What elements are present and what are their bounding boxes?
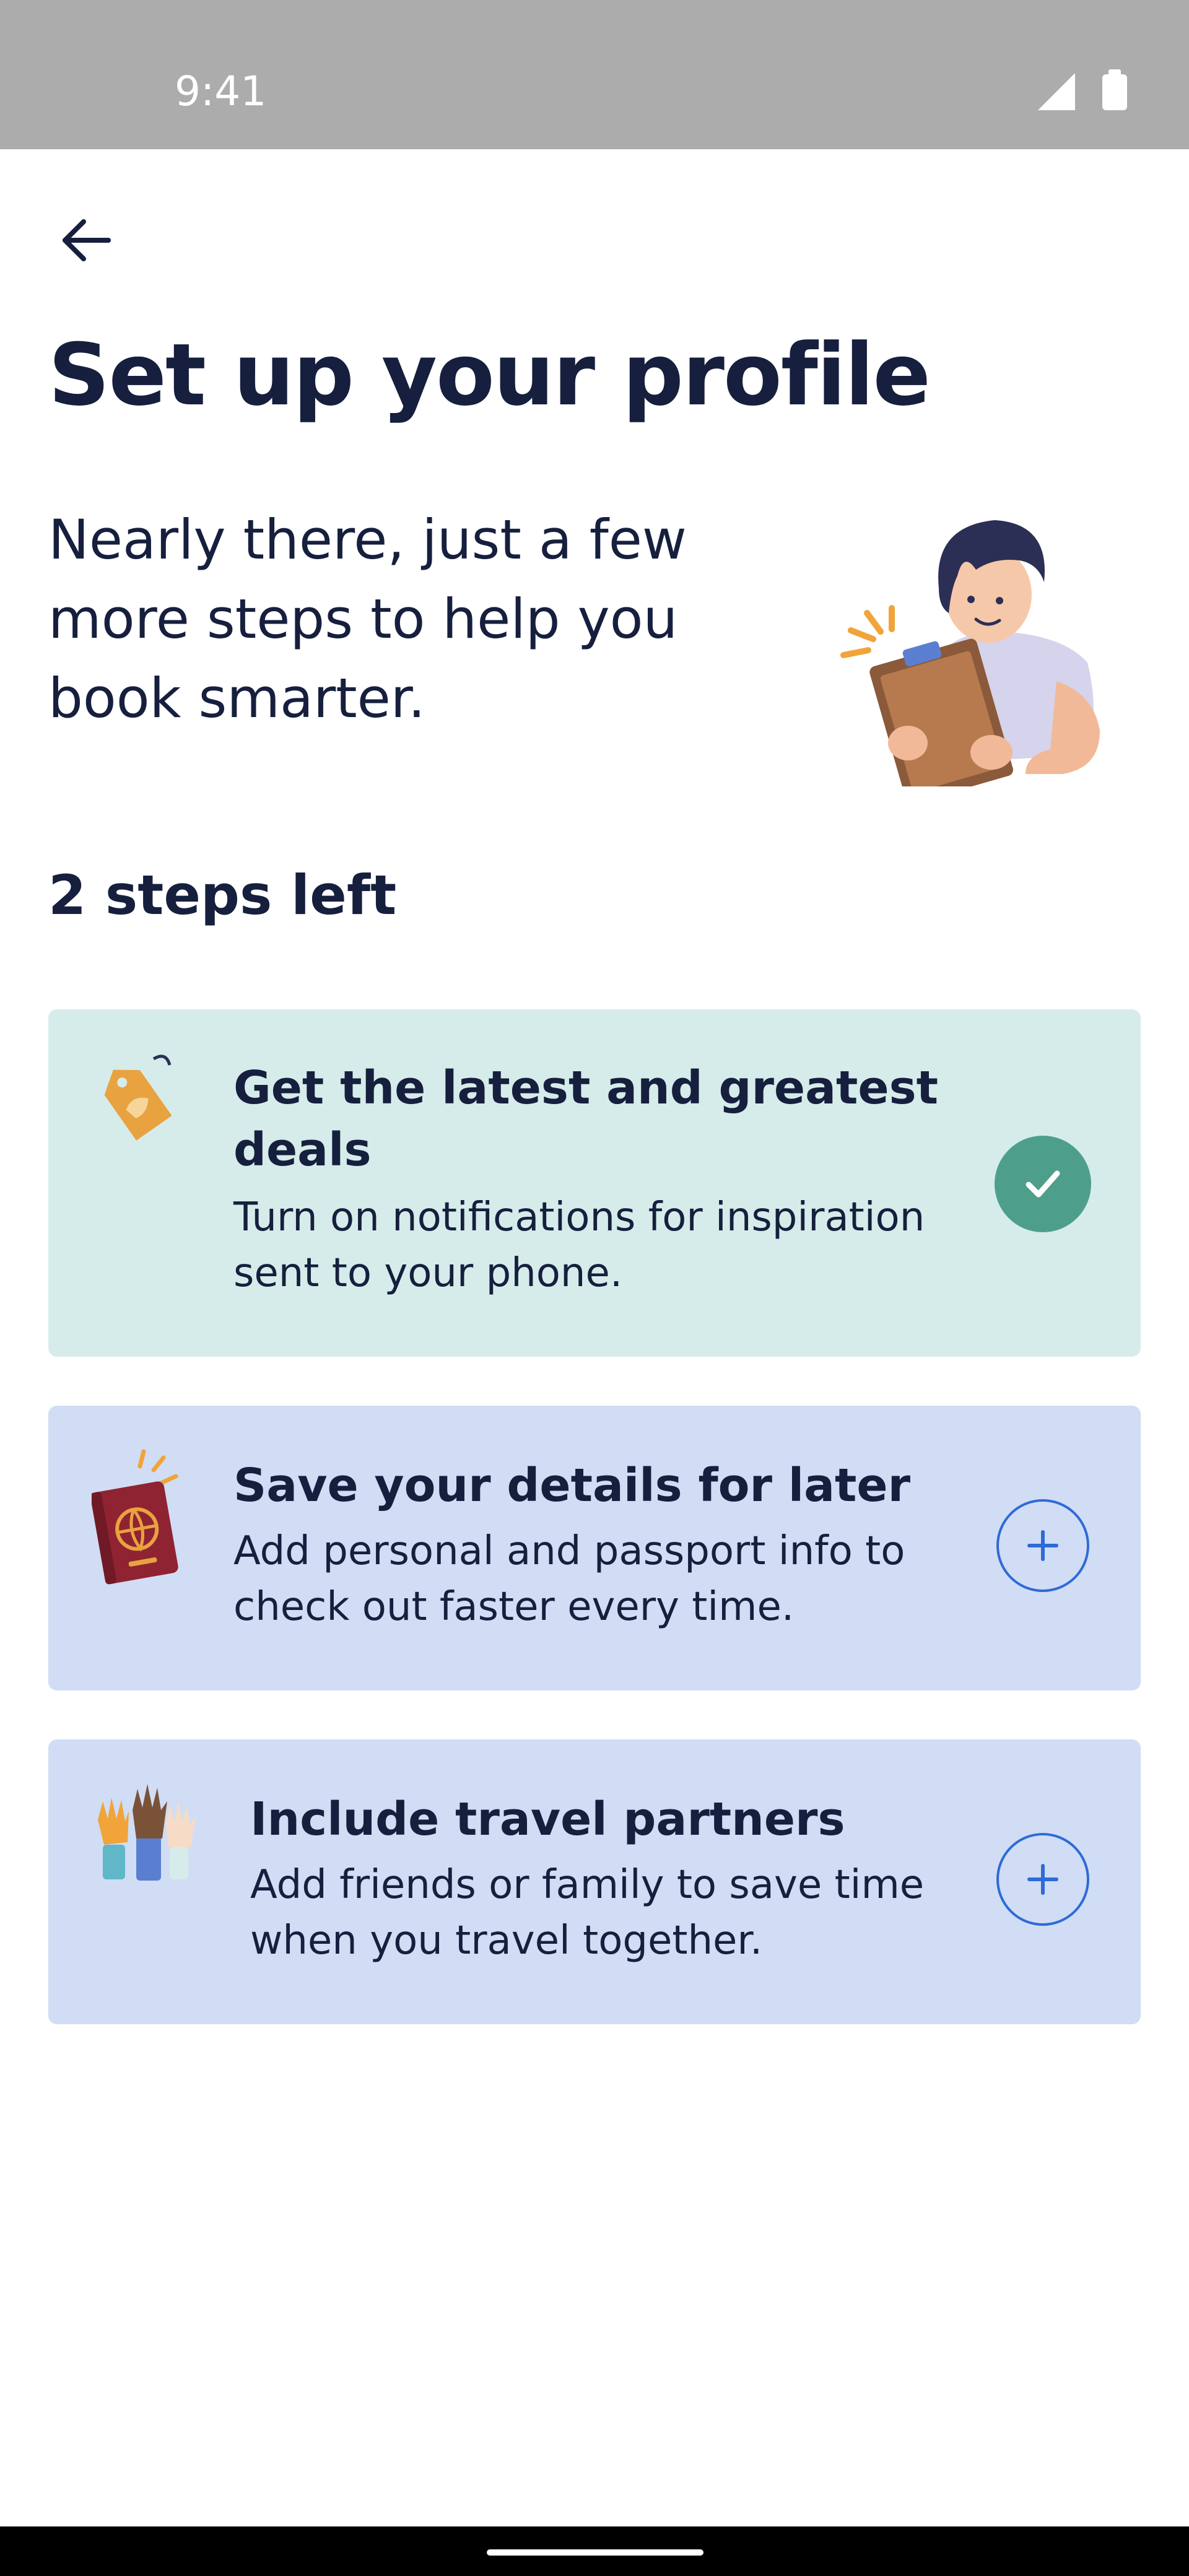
step-title-line: Get the latest and greatest: [233, 1061, 939, 1115]
step-title-line: Include travel partners: [250, 1793, 845, 1846]
plus-icon: [1027, 1864, 1058, 1895]
step-description-line: Turn on notifications for inspiration: [233, 1194, 925, 1240]
page-subtitle: Nearly there, just a few more steps to h…: [48, 508, 687, 730]
arrow-left-icon: [63, 219, 111, 261]
status-icons: [1038, 69, 1138, 110]
step-description-line: when you travel together.: [250, 1918, 763, 1964]
signal-icon: [1038, 73, 1075, 110]
add-travel-partners-button[interactable]: [996, 1833, 1089, 1926]
step-card-travel-partners[interactable]: Include travel partners Add friends or f…: [48, 1739, 1141, 2024]
step-title-line: Save your details for later: [233, 1459, 911, 1512]
step-card-save-details[interactable]: Save your details for later Add personal…: [48, 1406, 1141, 1690]
passport-icon: [90, 1449, 185, 1585]
step-description-line: sent to your phone.: [233, 1250, 623, 1296]
completed-badge: [995, 1136, 1091, 1232]
plus-icon: [1027, 1530, 1058, 1561]
status-bar: 9:41: [0, 0, 1189, 149]
add-details-button[interactable]: [996, 1499, 1089, 1592]
step-title-line: deals: [233, 1123, 372, 1177]
person-with-clipboard-illustration: [840, 508, 1118, 804]
step-description-line: Add friends or family to save time: [250, 1862, 925, 1908]
home-indicator[interactable]: [487, 2549, 703, 2556]
price-tag-icon: [92, 1053, 185, 1146]
step-description-line: Add personal and passport info to: [233, 1528, 905, 1574]
battery-icon: [1102, 69, 1127, 110]
step-card-deals[interactable]: Get the latest and greatest deals Turn o…: [48, 1009, 1141, 1357]
back-button[interactable]: [45, 199, 126, 281]
page-title: Set up your profile: [48, 325, 931, 425]
check-icon: [1026, 1170, 1060, 1198]
steps-left-label: 2 steps left: [48, 863, 397, 927]
raised-hands-icon: [92, 1783, 203, 1882]
status-time: 9:41: [175, 67, 267, 115]
step-description-line: check out faster every time.: [233, 1584, 795, 1630]
